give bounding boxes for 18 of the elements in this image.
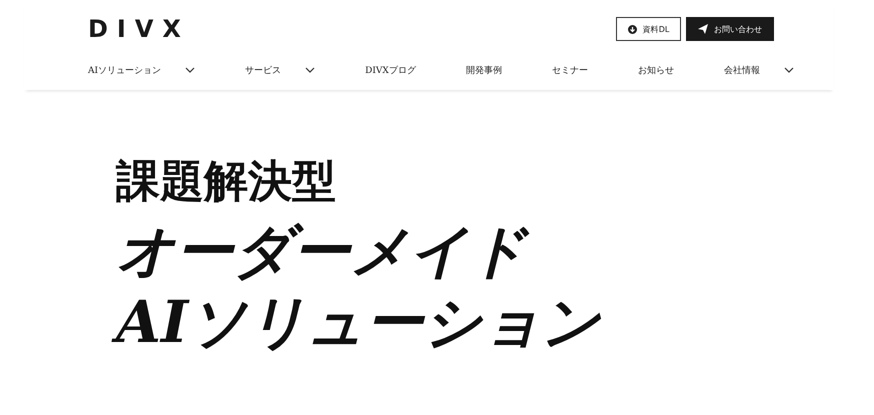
nav-link[interactable]: サービス bbox=[245, 64, 282, 76]
download-icon bbox=[628, 24, 637, 34]
hero-heading: 課題解決型 bbox=[114, 156, 337, 209]
nav-link[interactable]: 会社情報 bbox=[724, 64, 760, 76]
nav-link[interactable]: DIVXブログ bbox=[365, 64, 416, 76]
nav-link[interactable]: AIソリューション bbox=[88, 64, 162, 76]
nav-link[interactable]: セミナー bbox=[552, 64, 588, 76]
nav-link[interactable]: お知らせ bbox=[638, 64, 674, 76]
send-icon bbox=[698, 24, 708, 34]
chevron-down-icon[interactable] bbox=[185, 67, 196, 73]
hero-heading: オーダーメイド bbox=[112, 216, 541, 288]
logo[interactable]: DIVX bbox=[88, 15, 190, 43]
download-button[interactable]: 資料DL bbox=[616, 17, 681, 41]
nav-link[interactable]: 開発事例 bbox=[466, 64, 502, 76]
chevron-down-icon[interactable] bbox=[784, 67, 794, 73]
chevron-down-icon[interactable] bbox=[305, 67, 316, 73]
contact-button[interactable]: お問い合わせ bbox=[686, 17, 774, 41]
hero-heading: AIソリューション bbox=[112, 288, 614, 360]
